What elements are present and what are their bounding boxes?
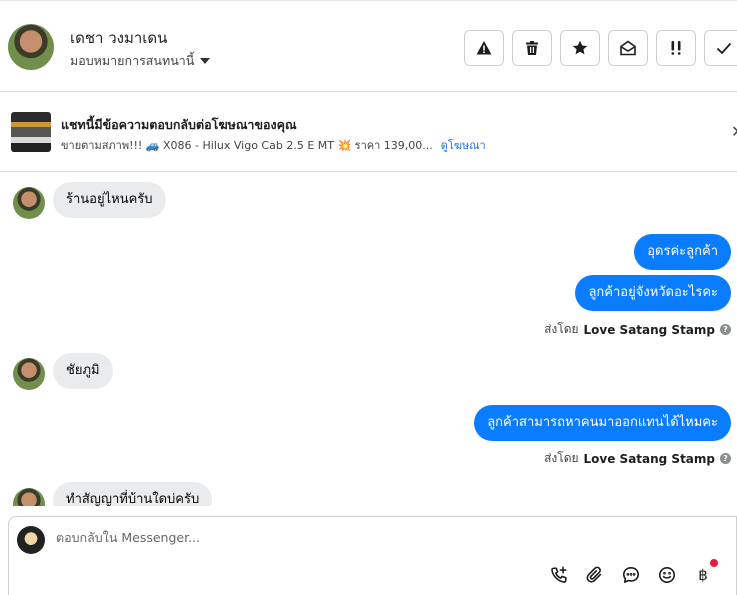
header-actions <box>464 30 737 66</box>
sent-by-label: ส่งโดย Love Satang Stamp ? <box>544 449 731 468</box>
message-bubble-incoming[interactable]: ทำสัญญาที่บ้านใดบ่ครับ <box>53 482 213 506</box>
mark-done-button[interactable] <box>704 30 737 66</box>
saved-replies-icon[interactable] <box>622 565 640 585</box>
message-bubble-incoming[interactable]: ชัยภูมิ <box>53 353 113 389</box>
assign-label: มอบหมายการสนทนานี้ <box>70 53 195 68</box>
ad-description: ขายตามสภาพ!!! 🚙 X086 - Hilux Vigo Cab 2.… <box>61 139 433 152</box>
sent-by-prefix: ส่งโดย <box>544 322 579 336</box>
conversation-header: เดชา วงมาเดน มอบหมายการสนทนานี้ <box>0 0 737 92</box>
caret-down-icon <box>200 58 211 64</box>
message-bubble-outgoing[interactable]: ลูกค้าสามารถหาคนมาออกแทนได้ไหมคะ <box>474 405 731 441</box>
sent-by-sender: Love Satang Stamp <box>583 451 715 466</box>
conversation-panel: เดชา วงมาเดน มอบหมายการสนทนานี้ แชทนี้มี… <box>0 0 737 595</box>
ad-reply-banner: แชทนี้มีข้อความตอบกลับต่อโฆษณาของคุณ ขาย… <box>0 92 737 172</box>
close-icon[interactable]: ✕ <box>731 122 737 141</box>
delete-button[interactable] <box>512 30 552 66</box>
composer-toolbar: ฿ <box>550 559 718 585</box>
warning-icon <box>476 41 492 55</box>
page-avatar <box>17 526 45 554</box>
ad-description-row: ขายตามสภาพ!!! 🚙 X086 - Hilux Vigo Cab 2.… <box>61 136 486 154</box>
follow-up-button[interactable] <box>656 30 696 66</box>
ad-thumbnail[interactable] <box>11 112 51 152</box>
call-add-icon[interactable] <box>550 565 568 585</box>
star-button[interactable] <box>560 30 600 66</box>
check-icon <box>716 42 732 55</box>
notification-dot <box>710 559 718 567</box>
view-ad-link[interactable]: ดูโฆษณา <box>441 139 486 152</box>
sender-avatar <box>13 358 45 390</box>
message-thread[interactable]: ร้านอยู่ไหนครับ อุดรค่ะลูกค้า ลูกค้าอยู่… <box>0 172 737 506</box>
message-bubble-outgoing[interactable]: อุดรค่ะลูกค้า <box>634 234 731 270</box>
sent-by-prefix: ส่งโดย <box>544 451 579 465</box>
report-spam-button[interactable] <box>464 30 504 66</box>
info-icon[interactable]: ? <box>720 453 731 464</box>
baht-icon[interactable]: ฿ <box>694 559 718 585</box>
message-bubble-outgoing[interactable]: ลูกค้าอยู่จังหวัดอะไรคะ <box>575 275 731 311</box>
trash-icon <box>526 41 538 55</box>
ad-banner-title: แชทนี้มีข้อความตอบกลับต่อโฆษณาของคุณ <box>61 117 297 132</box>
assign-conversation-dropdown[interactable]: มอบหมายการสนทนานี้ <box>70 51 211 71</box>
sender-avatar <box>13 187 45 219</box>
contact-name[interactable]: เดชา วงมาเดน <box>70 26 167 50</box>
sent-by-sender: Love Satang Stamp <box>583 322 715 337</box>
sender-avatar <box>13 488 45 506</box>
mark-unread-button[interactable] <box>608 30 648 66</box>
info-icon[interactable]: ? <box>720 324 731 335</box>
double-exclamation-icon <box>671 41 681 55</box>
sent-by-label: ส่งโดย Love Satang Stamp ? <box>544 320 731 339</box>
contact-avatar[interactable] <box>8 24 54 70</box>
envelope-open-icon <box>620 40 636 56</box>
reply-composer: ฿ <box>8 516 737 595</box>
reply-input[interactable] <box>56 530 616 545</box>
message-bubble-incoming[interactable]: ร้านอยู่ไหนครับ <box>53 182 166 218</box>
star-icon <box>572 40 588 55</box>
paperclip-icon[interactable] <box>586 565 604 585</box>
baht-symbol: ฿ <box>698 566 708 584</box>
emoji-icon[interactable] <box>658 565 676 585</box>
